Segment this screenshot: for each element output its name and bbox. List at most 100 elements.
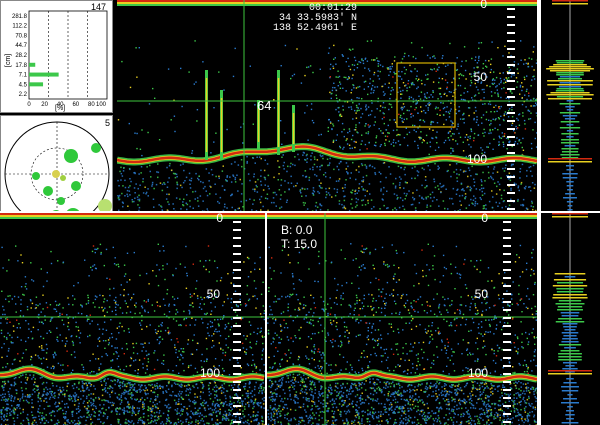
profile-band: [553, 279, 587, 281]
selection-box: [396, 62, 456, 128]
depth-tick: [233, 413, 241, 415]
depth-tick: [507, 80, 515, 82]
depth-label-50: 50: [474, 287, 488, 301]
profile-band: [547, 84, 593, 86]
profile-band: [562, 115, 578, 117]
marker-depth-label: 64: [257, 98, 272, 113]
depth-label-100: 100: [467, 366, 488, 380]
profile-band: [560, 142, 580, 144]
depth-tick: [233, 357, 241, 359]
profile-band: [563, 382, 577, 384]
profile-band: [566, 418, 574, 420]
depth-label-100: 100: [199, 366, 220, 380]
profile-band: [557, 78, 583, 80]
depth-tick: [233, 269, 241, 271]
depth-tick: [507, 184, 515, 186]
depth-tick: [503, 317, 511, 319]
profile-band: [563, 197, 577, 199]
target-dot: [52, 170, 60, 178]
depth-tick: [507, 56, 515, 58]
target-dot: [57, 197, 65, 205]
echogram-bottom-left-canvas: [0, 213, 265, 425]
depth-label-0: 0: [216, 213, 223, 225]
echogram-top[interactable]: 00:01:29 34 33.5983' N 138 52.4961' E 64…: [117, 0, 537, 211]
profile-band: [558, 359, 582, 361]
depth-tick: [507, 48, 515, 50]
depth-label-0: 0: [481, 213, 488, 225]
depth-tick: [503, 285, 511, 287]
profile-band: [564, 145, 576, 147]
profile-band: [556, 288, 584, 290]
depth-tick: [503, 293, 511, 295]
profile-strip-bottom: [541, 213, 600, 425]
profile-band: [552, 297, 588, 299]
profile-band: [547, 80, 593, 82]
fish-school: [205, 70, 208, 160]
histogram-bar: [29, 72, 59, 77]
echogram-bottom-left[interactable]: 0 50 100: [0, 213, 265, 425]
profile-band: [564, 329, 576, 331]
depth-label-50: 50: [473, 70, 487, 84]
profile-band: [550, 92, 590, 94]
histogram-count: 147: [91, 2, 107, 12]
depth-tick: [233, 333, 241, 335]
surface-line: [0, 213, 265, 215]
profile-band: [558, 318, 582, 320]
depth-tick: [233, 261, 241, 263]
profile-band: [556, 96, 584, 98]
profile-band: [554, 273, 586, 275]
profile-band: [566, 378, 574, 380]
profile-band: [555, 60, 585, 62]
depth-tick: [507, 112, 515, 114]
profile-band: [566, 109, 574, 111]
depth-tick: [507, 120, 515, 122]
histogram-bar: [29, 62, 36, 67]
depth-tick: [503, 405, 511, 407]
target-dot: [43, 186, 53, 196]
depth-tick: [503, 397, 511, 399]
depth-tick: [233, 317, 241, 319]
depth-tick: [233, 285, 241, 287]
profile-band: [546, 68, 594, 70]
profile-band: [555, 90, 585, 92]
depth-tick: [507, 160, 515, 162]
profile-band: [555, 303, 585, 305]
profile-band: [548, 370, 592, 372]
size-histogram-inset[interactable]: 281.8 112.2 70.8 44.7 28.2 17.8 7.1 4.5 2.2 0 20 40…: [0, 0, 113, 113]
profile-band: [548, 373, 592, 375]
profile-band: [564, 276, 576, 278]
depth-tick: [233, 421, 241, 423]
depth-tick: [507, 24, 515, 26]
profile-band: [556, 282, 584, 284]
profile-band: [562, 177, 578, 179]
histogram-y-tick-label: 44.7: [15, 43, 27, 49]
profile-band: [566, 124, 574, 126]
profile-band: [552, 3, 588, 5]
size-histogram-chart: 281.8112.270.844.728.217.87.14.52.20 20 40…: [12, 10, 108, 108]
profile-band: [566, 130, 574, 132]
target-dot: [71, 181, 81, 191]
depth-tick: [507, 192, 515, 194]
echogram-bottom-right[interactable]: B: 0.0 T: 15.0 0 50 100: [267, 213, 537, 425]
depth-tick: [233, 309, 241, 311]
profile-band: [560, 350, 580, 352]
depth-tick: [233, 365, 241, 367]
depth-tick: [233, 373, 241, 375]
depth-tick: [503, 381, 511, 383]
profile-band: [558, 300, 582, 302]
profile-band: [548, 158, 592, 160]
depth-tick: [503, 309, 511, 311]
depth-tick: [507, 144, 515, 146]
depth-tick: [503, 221, 511, 223]
depth-tick: [233, 253, 241, 255]
profile-band: [566, 100, 574, 102]
histogram-y-tick-label: 281.8: [12, 14, 28, 20]
depth-tick: [503, 277, 511, 279]
depth-tick: [233, 277, 241, 279]
profile-band: [559, 112, 581, 114]
depth-tick: [507, 168, 515, 170]
profile-band: [556, 62, 584, 64]
profile-band: [561, 332, 579, 334]
depth-tick: [233, 397, 241, 399]
profile-band: [567, 406, 573, 408]
